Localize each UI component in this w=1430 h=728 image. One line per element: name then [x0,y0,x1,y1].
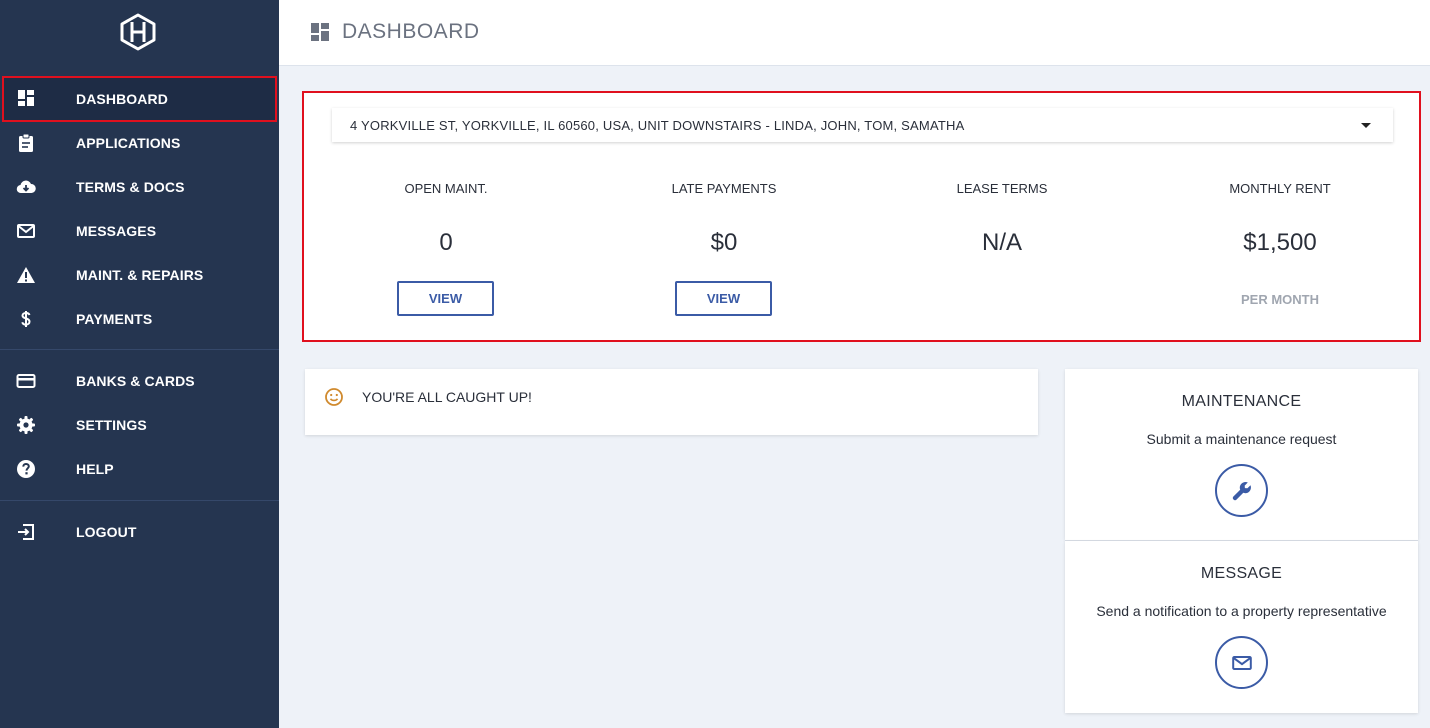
notifications-panel: YOU'RE ALL CAUGHT UP! [305,369,1038,435]
envelope-icon [1231,655,1252,670]
sidebar-divider [0,349,279,350]
sidebar-item-label: SETTINGS [76,417,147,433]
stat-open-maint: OPEN MAINT. 0 [307,181,585,259]
card-title: MESSAGE [1200,565,1283,582]
logout-icon [18,524,34,540]
stat-value: N/A [981,229,1022,256]
sidebar-item-label: BANKS & CARDS [76,373,195,389]
sidebar-item-applications[interactable]: APPLICATIONS [0,121,279,165]
sidebar-item-terms-docs[interactable]: TERMS & DOCS [0,165,279,209]
maintenance-card: MAINTENANCE Submit a maintenance request [1065,369,1418,540]
credit-card-icon [16,374,36,388]
stat-value: $1,500 [1243,229,1317,256]
stat-late-payments: LATE PAYMENTS $0 [585,181,863,259]
wrench-icon [1232,481,1251,500]
warning-icon [17,267,35,283]
sidebar-item-messages[interactable]: MESSAGES [0,209,279,253]
sidebar-item-maint-repairs[interactable]: MAINT. & REPAIRS [0,253,279,297]
sidebar-item-label: DASHBOARD [76,91,168,107]
sidebar-item-label: HELP [76,461,114,477]
dollar-icon [21,311,31,327]
envelope-icon [17,224,35,238]
dashboard-icon [18,90,34,106]
sidebar-item-label: MESSAGES [76,223,157,239]
stat-value: 0 [439,229,453,256]
property-summary-panel: 4 YORKVILLE ST, YORKVILLE, IL 60560, USA… [302,91,1421,342]
sidebar: DASHBOARD APPLICATIONS TERMS & DOCS MESS… [0,0,279,728]
per-month-note: PER MONTH [1241,292,1319,307]
sidebar-item-label: TERMS & DOCS [76,179,185,195]
stat-monthly-rent: MONTHLY RENT $1,500 [1141,181,1419,259]
stat-lease-terms: LEASE TERMS N/A [863,181,1141,259]
sidebar-item-banks-cards[interactable]: BANKS & CARDS [0,359,279,403]
sidebar-item-help[interactable]: HELP [0,447,279,491]
property-select[interactable]: 4 YORKVILLE ST, YORKVILLE, IL 60560, USA… [332,108,1393,142]
cloud-download-icon [16,180,36,194]
stat-label: LATE PAYMENTS [671,181,777,196]
top-bar: DASHBOARD [279,0,1430,66]
message-card: MESSAGE Send a notification to a propert… [1065,541,1418,713]
sidebar-divider [0,500,279,501]
clipboard-icon [19,133,33,152]
help-icon [17,460,35,478]
smiley-icon [325,388,343,406]
view-open-maint-button[interactable]: VIEW [397,281,494,316]
sidebar-item-label: MAINT. & REPAIRS [76,267,204,283]
card-title: MAINTENANCE [1181,393,1302,410]
page-title: DASHBOARD [342,20,480,43]
sidebar-item-label: LOGOUT [76,524,137,540]
stat-label: MONTHLY RENT [1229,181,1331,196]
chevron-down-icon [1361,123,1371,128]
notice-text: YOU'RE ALL CAUGHT UP! [362,389,532,405]
sidebar-item-payments[interactable]: PAYMENTS [0,297,279,341]
app-logo-icon[interactable] [118,13,158,51]
property-select-value: 4 YORKVILLE ST, YORKVILLE, IL 60560, USA… [350,117,965,133]
gear-icon [17,416,35,434]
card-subtitle: Send a notification to a property repres… [1096,603,1387,619]
stat-label: OPEN MAINT. [404,181,488,196]
submit-maintenance-button[interactable] [1215,464,1268,517]
sidebar-item-settings[interactable]: SETTINGS [0,403,279,447]
sidebar-item-label: APPLICATIONS [76,135,181,151]
send-message-button[interactable] [1215,636,1268,689]
view-late-payments-button[interactable]: VIEW [675,281,772,316]
sidebar-item-label: PAYMENTS [76,311,153,327]
sidebar-item-dashboard[interactable]: DASHBOARD [2,76,277,122]
stat-label: LEASE TERMS [956,181,1048,196]
sidebar-item-logout[interactable]: LOGOUT [0,510,279,554]
dashboard-icon [311,23,329,41]
stat-value: $0 [710,229,738,256]
card-subtitle: Submit a maintenance request [1146,431,1337,447]
